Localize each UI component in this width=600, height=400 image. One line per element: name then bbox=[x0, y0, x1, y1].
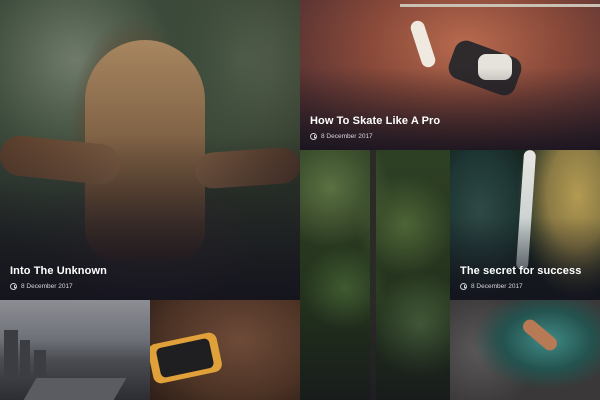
clock-icon bbox=[310, 133, 317, 140]
post-date: 8 December 2017 bbox=[21, 283, 73, 290]
image-overlay bbox=[300, 150, 450, 400]
post-card-into-the-unknown[interactable]: Into The Unknown 8 December 2017 bbox=[0, 0, 300, 300]
post-image-detail bbox=[4, 330, 18, 380]
post-meta: 8 December 2017 bbox=[460, 283, 590, 290]
post-caption: Into The Unknown 8 December 2017 bbox=[10, 265, 290, 290]
post-image bbox=[450, 300, 600, 400]
post-card-city-image[interactable] bbox=[0, 300, 150, 400]
post-meta: 8 December 2017 bbox=[310, 133, 590, 140]
post-date: 8 December 2017 bbox=[321, 133, 373, 140]
post-image-detail bbox=[34, 350, 46, 380]
post-card-skateboard-image[interactable] bbox=[150, 300, 300, 400]
clock-icon bbox=[10, 283, 17, 290]
clock-icon bbox=[460, 283, 467, 290]
post-image-detail bbox=[23, 378, 127, 400]
image-overlay bbox=[0, 0, 300, 300]
post-title[interactable]: Into The Unknown bbox=[10, 265, 290, 277]
post-title[interactable]: How To Skate Like A Pro bbox=[310, 115, 590, 127]
post-caption: The secret for success 8 December 2017 bbox=[460, 265, 590, 290]
post-card-forest-image[interactable] bbox=[300, 150, 450, 400]
post-image-detail bbox=[20, 340, 30, 380]
post-title[interactable]: The secret for success bbox=[460, 265, 590, 277]
post-card-secret-for-success[interactable]: The secret for success 8 December 2017 bbox=[450, 150, 600, 300]
post-meta: 8 December 2017 bbox=[10, 283, 290, 290]
post-date: 8 December 2017 bbox=[471, 283, 523, 290]
post-card-climbing-image[interactable] bbox=[450, 300, 600, 400]
post-card-how-to-skate[interactable]: How To Skate Like A Pro 8 December 2017 bbox=[300, 0, 600, 150]
post-caption: How To Skate Like A Pro 8 December 2017 bbox=[310, 115, 590, 140]
